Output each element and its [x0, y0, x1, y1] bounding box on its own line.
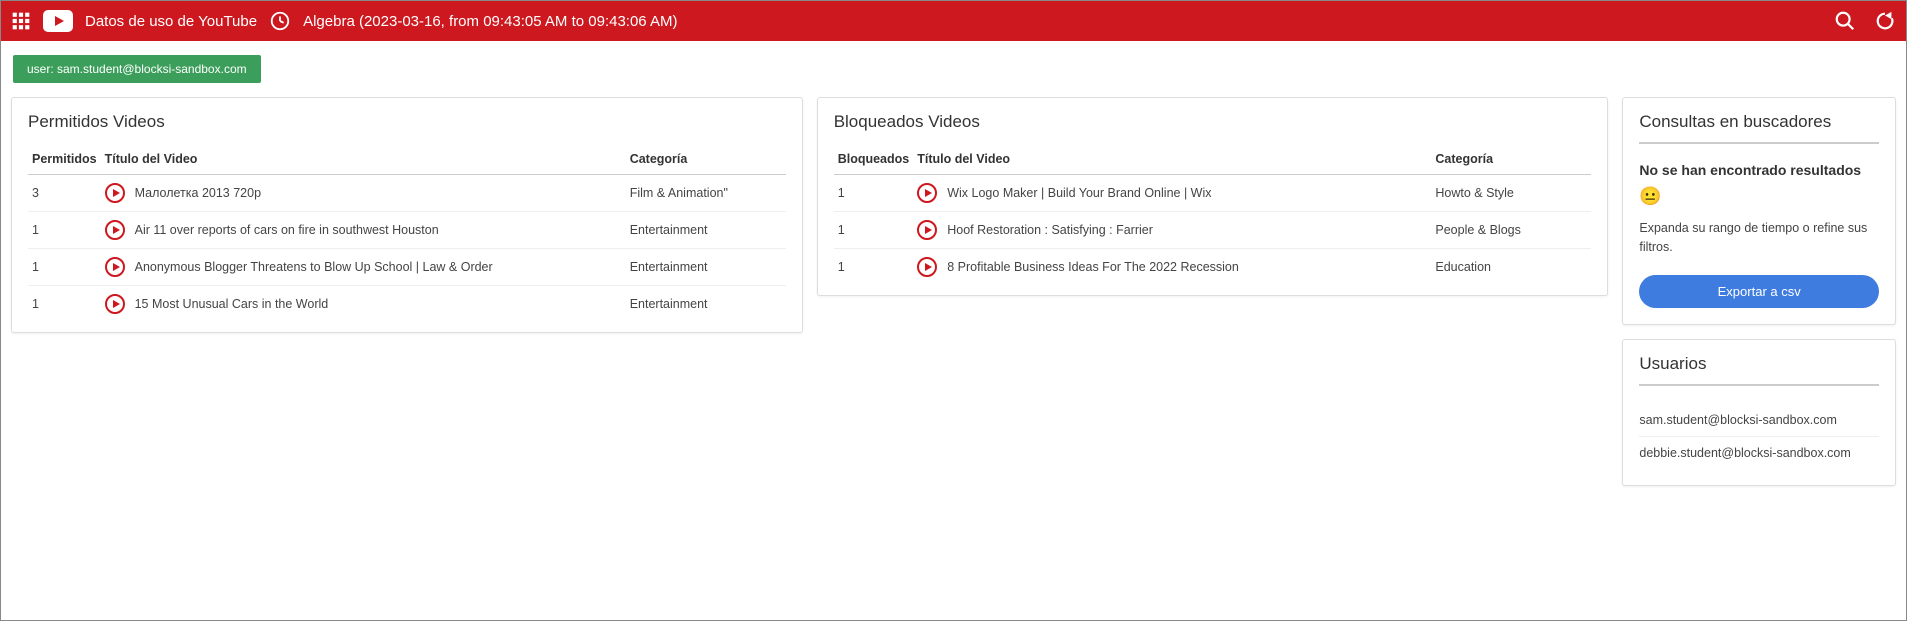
count-cell: 1 — [834, 212, 914, 249]
title-cell: Wix Logo Maker | Build Your Brand Online… — [913, 175, 1431, 212]
user-chip[interactable]: user: sam.student@blocksi-sandbox.com — [13, 55, 261, 83]
search-icon[interactable] — [1834, 10, 1856, 32]
clock-icon — [269, 10, 291, 32]
hint-text: Expanda su rango de tiempo o refine sus … — [1639, 219, 1879, 257]
allowed-col-count: Permitidos — [28, 144, 101, 175]
table-row: 1 Wix Logo Maker | Build Your Brand Onlin… — [834, 175, 1592, 212]
search-queries-title: Consultas en buscadores — [1639, 112, 1879, 132]
category-cell: Entertainment — [626, 249, 786, 286]
category-cell: Education — [1431, 249, 1591, 286]
divider — [1639, 142, 1879, 144]
divider — [1639, 384, 1879, 386]
table-row: 1 Anonymous Blogger Threatens to Blow Up … — [28, 249, 786, 286]
play-icon[interactable] — [917, 183, 937, 203]
count-cell: 1 — [28, 286, 101, 323]
apps-icon[interactable] — [11, 11, 31, 31]
blocked-col-category: Categoría — [1431, 144, 1591, 175]
blocked-col-title: Título del Video — [913, 144, 1431, 175]
category-cell: Howto & Style — [1431, 175, 1591, 212]
video-title[interactable]: Малолетка 2013 720p — [135, 186, 261, 200]
allowed-col-category: Categoría — [626, 144, 786, 175]
search-queries-card: Consultas en buscadores No se han encont… — [1622, 97, 1896, 325]
refresh-icon[interactable] — [1874, 10, 1896, 32]
table-row: 1 Hoof Restoration : Satisfying : Farrier… — [834, 212, 1592, 249]
video-title[interactable]: Air 11 over reports of cars on fire in s… — [135, 223, 439, 237]
allowed-title: Permitidos Videos — [28, 112, 786, 132]
play-icon[interactable] — [105, 220, 125, 240]
topbar: Datos de uso de YouTube Algebra (2023-03… — [1, 1, 1906, 41]
count-cell: 1 — [28, 212, 101, 249]
video-title[interactable]: 8 Profitable Business Ideas For The 2022… — [947, 260, 1239, 274]
video-title[interactable]: Wix Logo Maker | Build Your Brand Online… — [947, 186, 1211, 200]
blocked-title: Bloqueados Videos — [834, 112, 1592, 132]
users-title: Usuarios — [1639, 354, 1879, 374]
export-csv-button[interactable]: Exportar a csv — [1639, 275, 1879, 308]
play-icon[interactable] — [917, 257, 937, 277]
title-cell: Air 11 over reports of cars on fire in s… — [101, 212, 626, 249]
count-cell: 1 — [28, 249, 101, 286]
category-cell: People & Blogs — [1431, 212, 1591, 249]
list-item[interactable]: sam.student@blocksi-sandbox.com — [1639, 404, 1879, 437]
video-title[interactable]: Anonymous Blogger Threatens to Blow Up S… — [135, 260, 493, 274]
table-row: 1 Air 11 over reports of cars on fire in … — [28, 212, 786, 249]
count-cell: 3 — [28, 175, 101, 212]
blocked-table: Bloqueados Título del Video Categoría 1 W… — [834, 144, 1592, 285]
category-cell: Film & Animation" — [626, 175, 786, 212]
users-card: Usuarios sam.student@blocksi-sandbox.com… — [1622, 339, 1896, 486]
neutral-face-icon: 😐 — [1639, 186, 1879, 207]
category-cell: Entertainment — [626, 286, 786, 323]
play-icon[interactable] — [105, 294, 125, 314]
title-cell: Hoof Restoration : Satisfying : Farrier — [913, 212, 1431, 249]
allowed-col-title: Título del Video — [101, 144, 626, 175]
title-cell: 15 Most Unusual Cars in the World — [101, 286, 626, 323]
allowed-table: Permitidos Título del Video Categoría 3 М… — [28, 144, 786, 322]
table-row: 1 15 Most Unusual Cars in the World Entert… — [28, 286, 786, 323]
category-cell: Entertainment — [626, 212, 786, 249]
allowed-videos-card: Permitidos Videos Permitidos Título del … — [11, 97, 803, 333]
table-row: 1 8 Profitable Business Ideas For The 202… — [834, 249, 1592, 286]
blocked-col-count: Bloqueados — [834, 144, 914, 175]
count-cell: 1 — [834, 175, 914, 212]
table-row: 3 Малолетка 2013 720p Film & Animation" — [28, 175, 786, 212]
list-item[interactable]: debbie.student@blocksi-sandbox.com — [1639, 437, 1879, 469]
page-subtitle: Algebra (2023-03-16, from 09:43:05 AM to… — [303, 13, 677, 30]
play-icon[interactable] — [105, 257, 125, 277]
no-results-text: No se han encontrado resultados — [1639, 162, 1879, 178]
title-cell: Anonymous Blogger Threatens to Blow Up S… — [101, 249, 626, 286]
video-title[interactable]: Hoof Restoration : Satisfying : Farrier — [947, 223, 1153, 237]
video-title[interactable]: 15 Most Unusual Cars in the World — [135, 297, 329, 311]
title-cell: 8 Profitable Business Ideas For The 2022… — [913, 249, 1431, 286]
blocked-videos-card: Bloqueados Videos Bloqueados Título del … — [817, 97, 1609, 296]
page-title: Datos de uso de YouTube — [85, 13, 257, 30]
count-cell: 1 — [834, 249, 914, 286]
title-cell: Малолетка 2013 720p — [101, 175, 626, 212]
play-icon[interactable] — [105, 183, 125, 203]
play-icon[interactable] — [917, 220, 937, 240]
content: user: sam.student@blocksi-sandbox.com Pe… — [1, 41, 1906, 498]
youtube-icon[interactable] — [43, 10, 73, 32]
